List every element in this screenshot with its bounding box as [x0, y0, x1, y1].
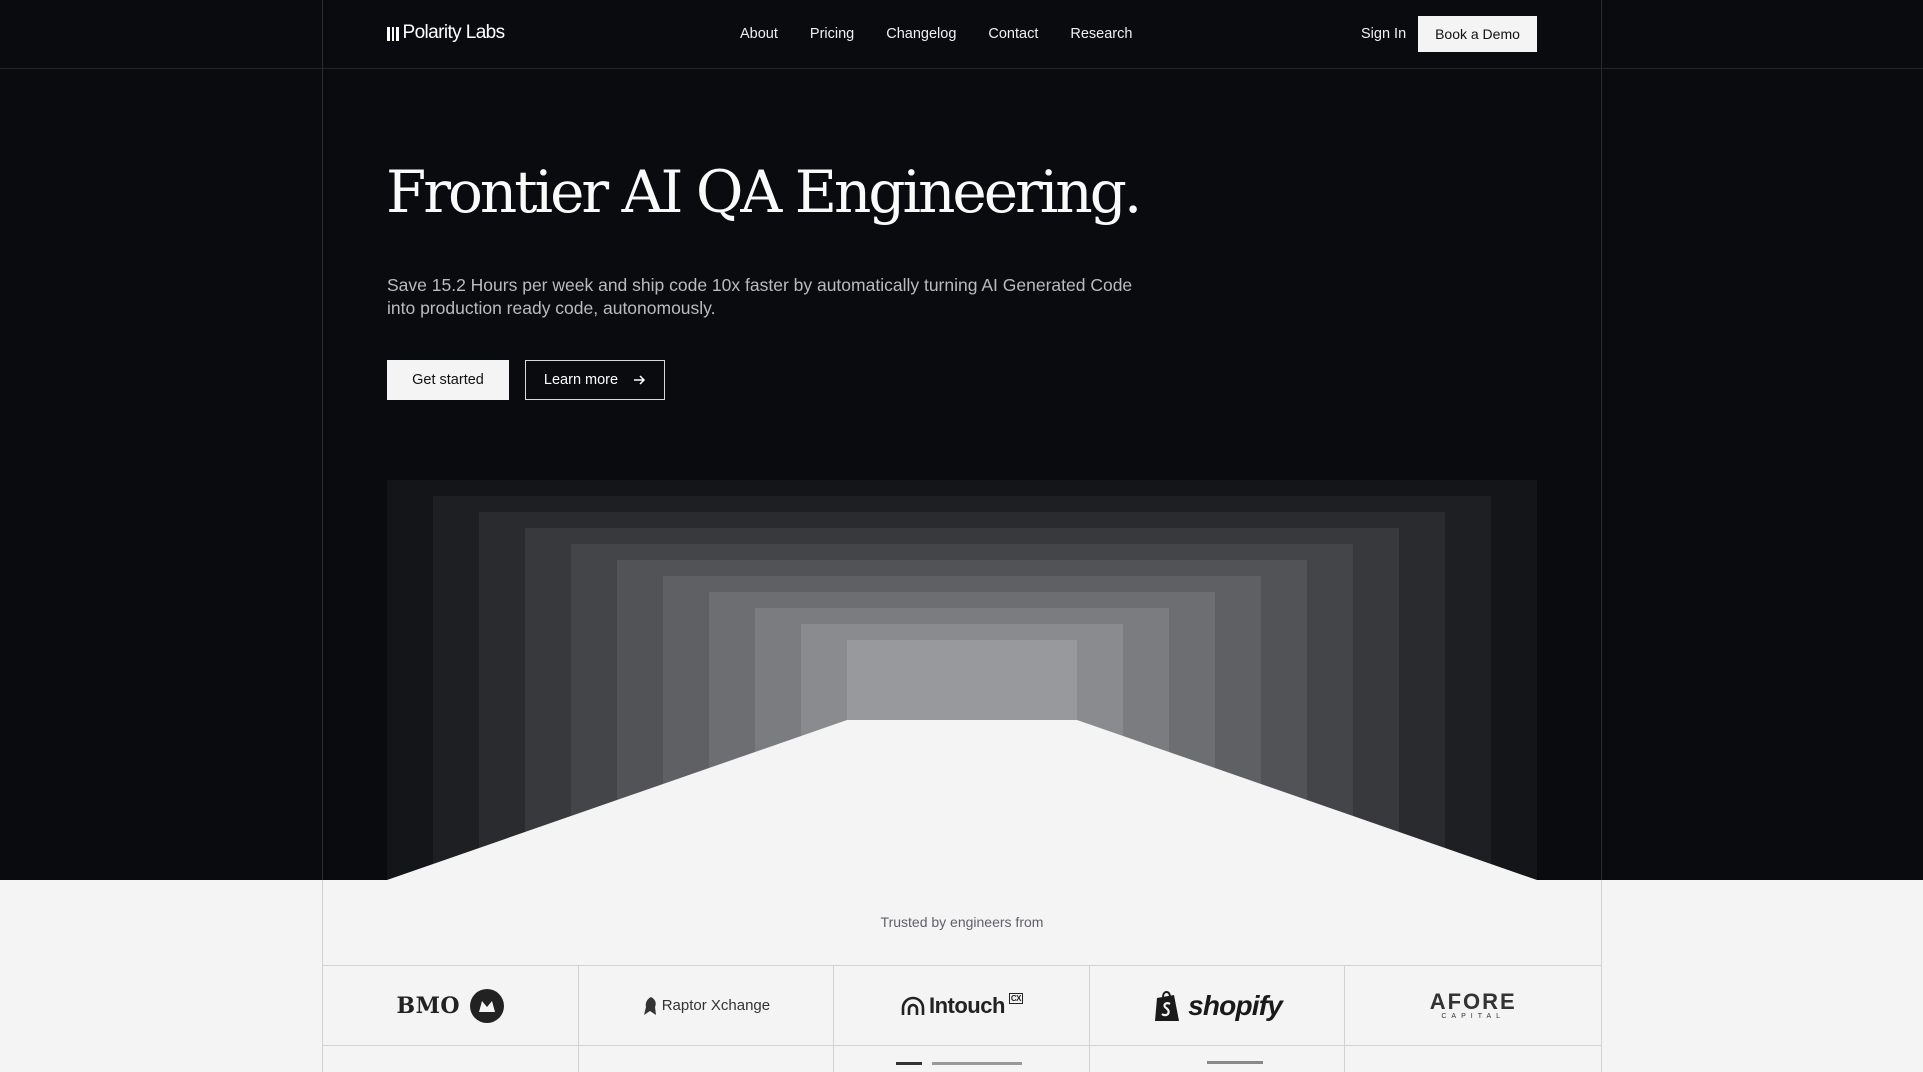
sign-in-link[interactable]: Sign In	[1361, 26, 1406, 42]
brand-logo[interactable]: Polarity Labs	[387, 22, 505, 44]
shopify-bag-icon	[1155, 990, 1180, 1021]
afore-wordmark: AFORE	[1429, 989, 1517, 1014]
trusted-label: Trusted by engineers from	[880, 914, 1044, 930]
bars-logo-icon	[387, 26, 399, 41]
tunnel-illustration	[387, 480, 1537, 880]
bmo-emblem-icon	[470, 988, 505, 1023]
book-demo-button[interactable]: Book a Demo	[1418, 16, 1537, 52]
learn-more-button[interactable]: Learn more	[525, 360, 665, 400]
top-nav: Polarity Labs About Pricing Changelog Co…	[0, 0, 1923, 68]
university-logo-icon	[896, 1062, 1023, 1065]
intouch-badge: CX	[1008, 993, 1024, 1004]
logo-afore-capital: AFORE CAPITAL	[1345, 966, 1601, 1046]
raptor-wordmark: Raptor Xchange	[661, 997, 771, 1014]
logo-shopify: shopify	[1089, 966, 1346, 1046]
trusted-section: Trusted by engineers from BMO Raptor Xch…	[0, 880, 1923, 1072]
hero-tunnel-graphic	[387, 480, 1537, 880]
partial-logo-icon	[1207, 1061, 1264, 1064]
logo-intouch: Intouch CX	[834, 966, 1090, 1046]
shopify-wordmark: shopify	[1188, 989, 1283, 1021]
frame-line-right	[1601, 0, 1602, 880]
raptor-bird-icon	[643, 996, 656, 1015]
nav-link-changelog[interactable]: Changelog	[886, 26, 956, 42]
logo-grid-row-2	[323, 1046, 1601, 1072]
logo-cell-partial	[579, 1046, 835, 1072]
logo-bmo: BMO	[323, 966, 579, 1046]
logo-cell-partial	[1090, 1046, 1346, 1072]
nav-link-research[interactable]: Research	[1070, 26, 1132, 42]
trusted-inner: Trusted by engineers from BMO Raptor Xch…	[322, 880, 1602, 1072]
logo-raptor-xchange: Raptor Xchange	[578, 966, 835, 1046]
brand-name: Polarity Labs	[402, 22, 506, 43]
intouch-arc-icon	[901, 996, 925, 1015]
logo-cell-partial	[1345, 1046, 1601, 1072]
logo-grid: BMO Raptor Xchange Intouch CX shopify AF…	[323, 965, 1601, 1046]
intouch-wordmark: Intouch	[928, 992, 1005, 1018]
logo-cell-partial	[323, 1046, 579, 1072]
logo-cell-partial	[834, 1046, 1090, 1072]
hero-title: Frontier AI QA Engineering.	[386, 158, 1142, 226]
nav-link-pricing[interactable]: Pricing	[810, 26, 854, 42]
nav-divider	[0, 68, 1923, 69]
nav-link-contact[interactable]: Contact	[988, 26, 1038, 42]
frame-line-left	[322, 0, 323, 880]
hero-subtitle: Save 15.2 Hours per week and ship code 1…	[387, 275, 1133, 318]
nav-links: About Pricing Changelog Contact Research	[740, 26, 1132, 42]
get-started-button[interactable]: Get started	[387, 360, 509, 400]
afore-subtitle: CAPITAL	[1441, 1013, 1506, 1020]
learn-more-label: Learn more	[543, 372, 619, 388]
nav-link-about[interactable]: About	[740, 26, 778, 42]
bmo-wordmark: BMO	[396, 992, 461, 1019]
arrow-right-icon	[634, 375, 646, 385]
